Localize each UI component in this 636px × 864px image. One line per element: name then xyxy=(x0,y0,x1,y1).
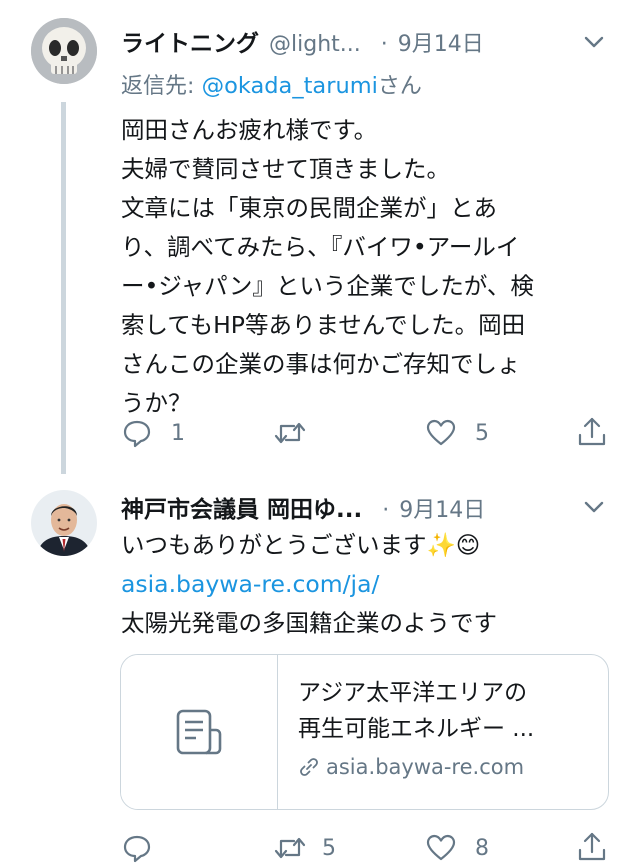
card-body: アジア太平洋エリアの 再生可能エネルギー ... asia.baywa-re.c… xyxy=(278,655,608,809)
reply-button[interactable]: 1 xyxy=(121,417,185,449)
reply-icon xyxy=(123,420,151,448)
reply-prefix: 返信先: xyxy=(121,74,195,99)
avatar[interactable] xyxy=(31,490,97,556)
tweet-header: ライトニング @light... · 9月14日 xyxy=(121,24,484,58)
display-name[interactable]: ライトニング xyxy=(121,24,259,58)
card-title-line: アジア太平洋エリアの xyxy=(298,680,528,706)
retweet-icon xyxy=(274,837,306,859)
text-line: り、調べてみたら、『バイワ•アールイ xyxy=(121,233,520,261)
timestamp[interactable]: 9月14日 xyxy=(398,26,484,58)
chevron-down-icon[interactable] xyxy=(580,493,608,521)
person-avatar-image xyxy=(31,490,97,556)
heart-icon xyxy=(426,834,456,861)
separator: · xyxy=(380,32,388,57)
like-count: 8 xyxy=(475,835,489,861)
handle[interactable]: @light... xyxy=(269,32,361,57)
tweet-text: 岡田さんお疲れ様です。 夫婦で賛同させて頂きました。 文章には「東京の民間企業が… xyxy=(121,111,621,423)
share-button[interactable] xyxy=(576,830,608,864)
retweet-count: 5 xyxy=(322,835,336,861)
card-url: asia.baywa-re.com xyxy=(326,755,525,779)
display-name[interactable]: 神戸市会議員 岡田ゆ... xyxy=(121,490,362,524)
reply-button[interactable] xyxy=(121,832,153,864)
timestamp[interactable]: 9月14日 xyxy=(399,492,485,524)
reply-to-handle[interactable]: @okada_tarumi xyxy=(202,73,378,99)
link-icon xyxy=(300,758,318,776)
text-line: 文章には「東京の民間企業が」とあ xyxy=(121,194,497,222)
text-line: 太陽光発電の多国籍企業のようです xyxy=(121,609,497,637)
tweet-header: 神戸市会議員 岡田ゆ... · 9月14日 xyxy=(121,490,485,524)
like-count: 5 xyxy=(475,420,489,446)
text-line: 岡田さんお疲れ様です。 xyxy=(121,116,378,144)
card-title-line: 再生可能エネルギー ... xyxy=(298,716,535,742)
skull-avatar-image xyxy=(31,18,97,84)
retweet-icon xyxy=(274,422,306,444)
heart-icon xyxy=(426,419,456,446)
text-line: ー•ジャパン』という企業でしたが、検 xyxy=(121,272,534,300)
like-button[interactable]: 8 xyxy=(425,832,489,864)
link-card[interactable]: アジア太平洋エリアの 再生可能エネルギー ... asia.baywa-re.c… xyxy=(120,654,609,810)
share-icon xyxy=(578,832,606,861)
text-line: 夫婦で賛同させて頂きました。 xyxy=(121,155,450,183)
card-url-row: asia.baywa-re.com xyxy=(298,755,608,779)
chevron-down-icon[interactable] xyxy=(580,28,608,56)
text-line: さんこの企業の事は何かご存知でしょ xyxy=(121,350,521,378)
share-icon xyxy=(578,417,606,446)
reply-context: 返信先: @okada_tarumiさん xyxy=(121,68,422,100)
like-button[interactable]: 5 xyxy=(425,417,489,449)
text-line: うか？ xyxy=(121,389,192,417)
share-button[interactable] xyxy=(576,415,608,449)
text-line: 索してもHP等ありませんでした。岡田 xyxy=(121,311,526,339)
thread-line xyxy=(61,102,66,474)
text-line: いつもありがとうございます✨😊 xyxy=(121,531,481,559)
reply-suffix: さん xyxy=(377,74,422,99)
tweet-link[interactable]: asia.baywa-re.com/ja/ xyxy=(121,565,621,604)
reply-count: 1 xyxy=(171,420,185,446)
retweet-button[interactable] xyxy=(272,417,308,449)
retweet-button[interactable]: 5 xyxy=(272,832,336,864)
avatar[interactable] xyxy=(31,18,97,84)
tweet-text: いつもありがとうございます✨😊 asia.baywa-re.com/ja/ 太陽… xyxy=(121,526,621,643)
separator: · xyxy=(382,498,390,523)
card-thumbnail xyxy=(121,655,278,809)
reply-icon xyxy=(123,835,151,863)
document-icon xyxy=(176,709,222,755)
